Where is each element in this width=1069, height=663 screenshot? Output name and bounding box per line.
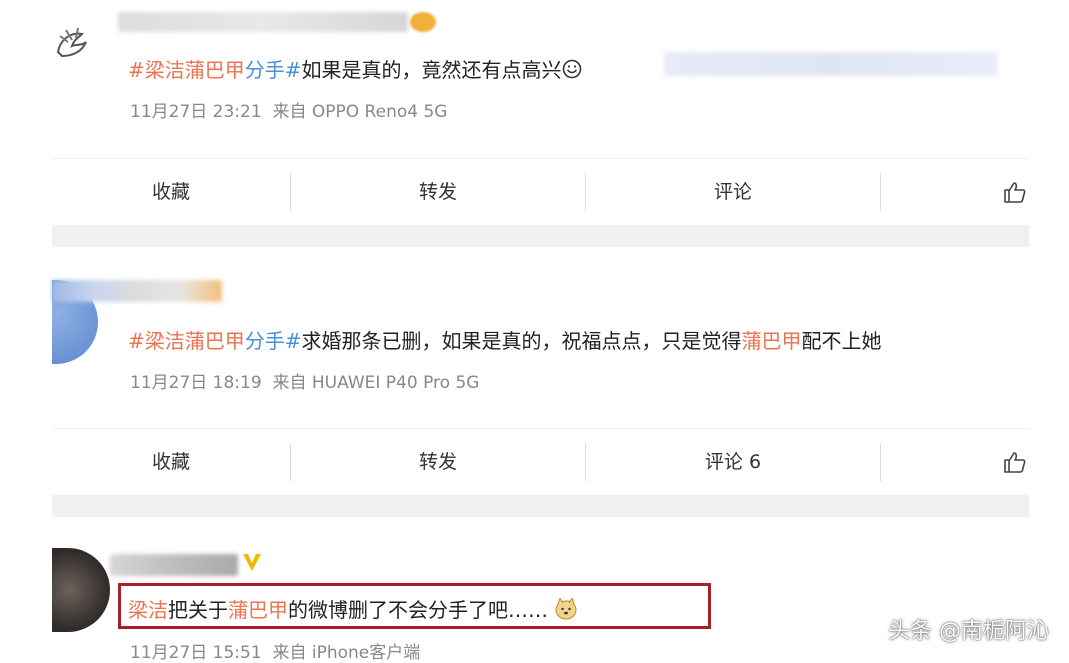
post-body-end: 的微博删了不会分手了吧…… (288, 598, 548, 622)
user-badge-icon (410, 12, 436, 32)
divider (880, 443, 881, 481)
collect-button[interactable]: 收藏 (52, 429, 290, 495)
post-time[interactable]: 11月27日 15:51 (130, 643, 262, 663)
post-text: 梁洁把关于蒲巴甲的微博删了不会分手了吧…… (128, 594, 578, 625)
thumbs-up-icon[interactable] (1002, 179, 1028, 205)
post-meta: 11月27日 15:51 来自 iPhone客户端 (130, 638, 420, 663)
post-body-end: 配不上她 (801, 329, 882, 353)
watermark: 头条 @南栀阿沁 (888, 619, 1049, 644)
repost-button[interactable]: 转发 (291, 429, 585, 495)
feed-gap (52, 495, 1029, 517)
verified-v-icon (240, 550, 264, 574)
blurred-username (52, 280, 222, 302)
avatar[interactable] (52, 22, 94, 66)
mention-link[interactable]: 蒲巴甲 (228, 598, 288, 622)
grin-emoji-icon (562, 59, 582, 84)
collect-button[interactable]: 收藏 (52, 159, 290, 225)
blurred-username (110, 554, 238, 576)
topic-link-tail[interactable]: 分手# (245, 58, 302, 82)
post-time[interactable]: 11月27日 23:21 (130, 102, 262, 122)
divider (880, 173, 881, 211)
post-source: 来自 iPhone客户端 (272, 643, 421, 663)
post-text: #梁洁蒲巴甲分手#求婚那条已删，如果是真的，祝福点点，只是觉得蒲巴甲配不上她 (128, 325, 882, 354)
action-bar-2: 收藏 转发 评论 6 (52, 428, 1029, 495)
blurred-username (118, 12, 408, 32)
post-time[interactable]: 11月27日 18:19 (130, 373, 262, 393)
topic-link[interactable]: #梁洁蒲巴甲 (128, 329, 245, 353)
post-text: #梁洁蒲巴甲分手#如果是真的，竟然还有点高兴 (128, 54, 582, 84)
comment-button[interactable]: 评论 6 (586, 429, 880, 495)
feed-gap (52, 225, 1029, 247)
repost-button[interactable]: 转发 (291, 159, 585, 225)
avatar[interactable] (52, 548, 110, 632)
post-body: 把关于 (168, 598, 228, 622)
thumbs-up-icon[interactable] (1002, 449, 1028, 475)
post-body: 求婚那条已删，如果是真的，祝福点点，只是觉得 (301, 329, 742, 353)
comment-button[interactable]: 评论 (586, 159, 880, 225)
doge-emoji-icon (554, 596, 578, 625)
mention-link[interactable]: 蒲巴甲 (742, 329, 802, 353)
topic-link-tail[interactable]: 分手# (245, 329, 302, 353)
post-source: 来自 OPPO Reno4 5G (272, 102, 448, 122)
action-bar-1: 收藏 转发 评论 (52, 158, 1029, 225)
blurred-text (664, 52, 998, 76)
post-body: 如果是真的，竟然还有点高兴 (301, 58, 562, 82)
post-meta: 11月27日 23:21 来自 OPPO Reno4 5G (130, 97, 447, 122)
mention-link[interactable]: 梁洁 (128, 598, 168, 622)
post-source: 来自 HUAWEI P40 Pro 5G (272, 373, 480, 393)
topic-link[interactable]: #梁洁蒲巴甲 (128, 58, 245, 82)
post-meta: 11月27日 18:19 来自 HUAWEI P40 Pro 5G (130, 368, 479, 393)
